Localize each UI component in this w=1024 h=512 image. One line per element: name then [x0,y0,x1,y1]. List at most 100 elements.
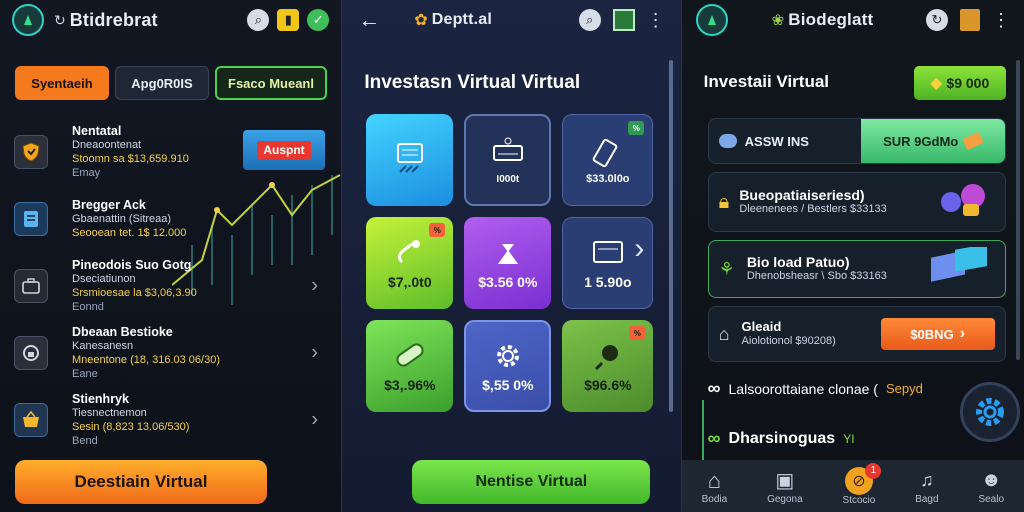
scrollbar[interactable] [668,60,673,412]
leaf-icon: ❀ [771,12,785,29]
nav-item-active[interactable]: ⊘ 1 Stcocio [842,462,882,506]
chevron-right-icon[interactable]: › [311,408,318,431]
category-tile[interactable]: $3,.96% [366,320,454,412]
asset-card[interactable]: ASSW INS SUR 9GdMo [707,118,1006,164]
card-title: Bio load Patuo) [746,254,850,270]
asset-card[interactable]: 🔒︎ Bueopatiaiseriesd) Dleenenees / Bestl… [707,172,1006,232]
primary-cta-button[interactable]: Nentise Virtual [412,460,651,504]
item-subtitle: Kanesanesn [72,339,134,352]
card-title: Gleaid [741,319,782,334]
document-icon [14,201,48,236]
action-button[interactable]: SUR 9GdMo [860,119,1005,163]
more-vertical-icon[interactable]: ⋮ [992,10,1010,31]
more-vertical-icon[interactable]: ⋮ [647,10,665,31]
bottom-nav: ⌂ Bodia ▣ Gegona ⊘ 1 Stcocio ♫ Bagd ☻ Se… [681,460,1024,512]
tile-value: $,55 0% [482,377,534,393]
user-icon: ☻ [980,469,1002,491]
app-logo-icon[interactable] [12,4,44,36]
chevron-right-icon[interactable]: › [311,274,318,297]
info-row[interactable]: ∞ Dharsinoguas YI [708,428,855,449]
category-tile[interactable]: $3.56 0% [464,217,552,309]
category-tile[interactable]: % $7,.0t0 [366,217,454,309]
screen-title: Deptt.al [431,11,493,28]
asset-list: Nentatal Dneaoontenat Stoomn sa $13,659.… [14,118,330,453]
back-arrow-icon[interactable]: ← [358,7,380,33]
list-item[interactable]: Bregger Ack Gbaenattin (Sitreaa) Seooean… [14,185,330,252]
asset-card[interactable]: ⚘ Bio load Patuo) Dhenobsheasr \ Sbo $33… [707,240,1006,298]
plug-icon [594,345,618,371]
card-icon [592,241,623,263]
screens-icon [930,247,987,282]
category-tile[interactable] [366,114,454,206]
discount-badge: % [429,223,446,237]
wallet-icon[interactable] [960,9,980,31]
primary-cta-button[interactable]: Deestiain Virtual [15,460,267,504]
search-icon[interactable]: ⌕ [578,9,601,31]
search-icon[interactable]: ⌕ [247,9,270,31]
item-subtitle: Dneaoontenat [72,138,142,151]
info-tag: Sepyd [885,381,923,396]
nav-item-music[interactable]: ♫ Bagd [915,468,938,505]
nav-item-chat[interactable]: ▣ Gegona [767,468,803,505]
chevron-right-icon[interactable]: › [634,232,644,266]
discount-badge: % [628,121,645,135]
category-tile[interactable]: I000t [464,114,552,206]
nav-item-home[interactable]: ⌂ Bodia [702,468,728,505]
music-icon: ♫ [920,470,934,490]
item-value: Seooean tet. 1$ 12.000 [72,226,187,239]
item-title: Stienhryk [72,391,129,406]
notification-badge: 1 [865,462,882,479]
list-item[interactable]: Nentatal Dneaoontenat Stoomn sa $13,659.… [14,118,330,185]
item-detail: Eane [72,367,98,380]
nav-label: Sealo [978,493,1005,505]
item-value: Srsmioesae la $3,06,3.90 [72,286,197,299]
tab-bar: Syentaeih Apg0R0IS Fsaco Mueanl [15,66,327,100]
tab-fsaco-mueanl[interactable]: Fsaco Mueanl [215,66,327,100]
nav-item-profile[interactable]: ☻ Sealo [978,468,1004,505]
chevron-right-icon[interactable]: › [311,341,318,364]
panel-dashboard: ❀ Biodeglatt ↻ ⋮ Investaii Virtual ◆ $9 … [681,0,1024,512]
card-subtitle: Aiolotionol $90208) [741,335,836,347]
item-title: Pineodois Suo Gotg [72,257,192,272]
discount-badge: % [629,326,646,340]
settings-fab[interactable] [959,382,1020,442]
list-item[interactable]: Pineodois Suo Gotg Dseciatiunon Srsmioes… [14,252,330,319]
refresh-icon[interactable]: ↻ [926,9,948,31]
nav-label: Stcocio [842,494,876,506]
category-tile[interactable]: % $96.6% [562,320,654,412]
panel-categories: ← ✿ Deptt.al ⌕ ⋮ Investasn Virtual Virtu… [342,0,681,512]
tile-value: $33.0l0o [586,173,630,185]
category-tile[interactable]: $,55 0% [464,320,552,412]
info-row[interactable]: ∞ Lalsoorottaiane clonae ( Sepyd [708,378,923,399]
item-value: Stoomn sa $13,659.910 [72,152,189,165]
notification-icon[interactable]: ✓ [307,9,330,31]
item-subtitle: Gbaenattin (Sitreaa) [72,212,172,225]
card-title: ASSW INS [744,133,809,149]
calendar-icon[interactable] [612,9,635,31]
list-item[interactable]: Stienhryk Tiesnectnemon Sesin (8,823 13.… [14,386,330,453]
card-subtitle: Dhenobsheasr \ Sbo $33163 [746,270,887,282]
wallet-icon[interactable]: ▮ [277,9,300,31]
category-tile[interactable]: % $33.0l0o [562,114,654,206]
card-subtitle: Dleenenees / Bestlers $33133 [739,203,887,215]
coins-icon [718,134,737,148]
item-value: Mneentone (18, 316.03 06/30) [72,353,221,366]
list-item[interactable]: Dbeaan Bestioke Kanesanesn Mneentone (18… [14,319,330,386]
asset-card[interactable]: ⌂ Gleaid Aiolotionol $90208) $0BNG › [707,306,1006,362]
action-button[interactable]: $0BNG › [880,318,995,350]
item-detail: Bend [72,434,98,447]
category-grid: I000t % $33.0l0o % $7,.0t0 $3.56 0% 1 5.… [366,114,654,412]
header: ↻ Btidrebrat ⌕ ▮ ✓ [0,0,341,40]
item-subtitle: Tiesnectnemon [72,406,147,419]
ticket-icon [592,138,618,168]
app-logo-icon[interactable] [695,4,728,36]
puzzle-icon [940,184,985,216]
item-title: Nentatal [72,123,122,138]
header: ← ✿ Deptt.al ⌕ ⋮ [342,0,680,40]
tab-syentaeih[interactable]: Syentaeih [15,66,109,100]
scrollbar[interactable] [1016,60,1020,360]
app-title: Btidrebrat [69,9,158,30]
section-heading: Investasn Virtual Virtual [364,72,581,93]
tab-apgoros[interactable]: Apg0R0IS [115,66,209,100]
balance-button[interactable]: ◆ $9 000 [913,66,1006,100]
